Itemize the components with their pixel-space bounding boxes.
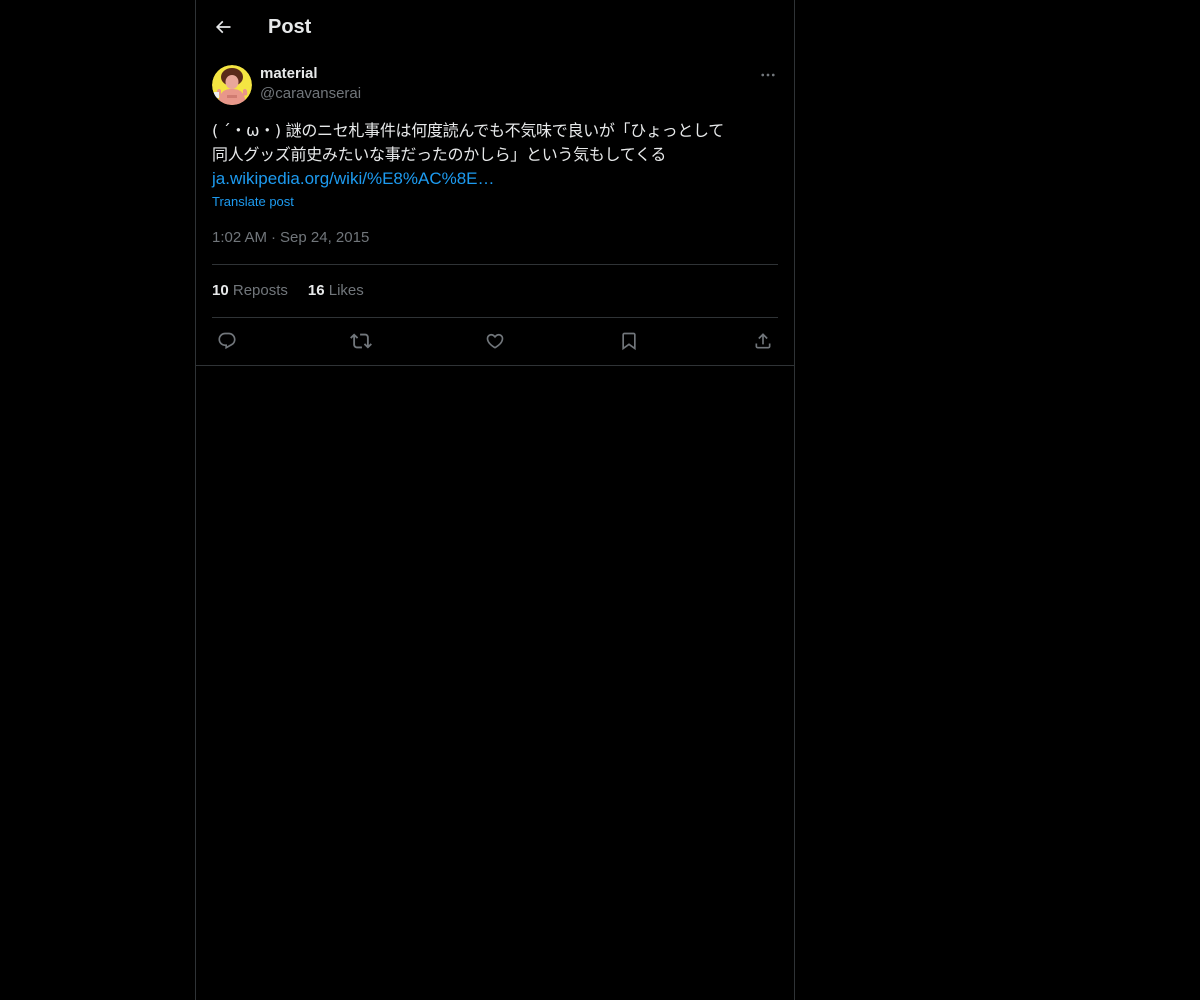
post-actions-bar <box>212 328 778 354</box>
reply-icon <box>217 331 237 351</box>
page-title: Post <box>268 16 312 38</box>
post-stats: 10 Reposts 16 Likes <box>212 281 364 301</box>
post-text: ( ´・ω・) 謎のニセ札事件は何度読んでも不気味で良いが「ひょっとして 同人グ… <box>212 121 724 164</box>
divider <box>212 317 778 318</box>
post-timestamp: 1:02 AM · Sep 24, 2015 <box>212 228 369 248</box>
share-icon <box>753 331 773 351</box>
post-link[interactable]: ja.wikipedia.org/wiki/%E8%AC%8E… <box>212 167 495 191</box>
repost-icon <box>350 330 372 352</box>
share-button[interactable] <box>748 328 778 354</box>
likes-count: 16 <box>307 282 325 299</box>
post-time[interactable]: 1:02 AM <box>212 229 267 246</box>
likes-label: Likes <box>328 282 364 299</box>
back-button[interactable] <box>207 11 239 43</box>
more-options-button[interactable] <box>758 65 778 85</box>
bookmark-button[interactable] <box>614 328 644 354</box>
like-button[interactable] <box>480 328 510 354</box>
post-date[interactable]: Sep 24, 2015 <box>280 229 369 246</box>
more-horizontal-icon <box>759 66 777 84</box>
likes-stat[interactable]: 16 Likes <box>308 281 364 301</box>
author-handle[interactable]: @caravanserai <box>260 84 361 104</box>
avatar-image <box>212 65 252 105</box>
repost-button[interactable] <box>346 328 376 354</box>
post-author: material @caravanserai <box>260 64 361 104</box>
like-icon <box>485 331 505 351</box>
meta-separator: · <box>271 229 277 246</box>
reply-button[interactable] <box>212 328 242 354</box>
author-display-name[interactable]: material <box>260 64 361 84</box>
translate-post-link[interactable]: Translate post <box>212 193 294 211</box>
primary-column: Post material @caravanserai (´・ω・) 謎のニセ… <box>195 0 795 1000</box>
post-bottom-border <box>196 365 794 366</box>
reposts-stat[interactable]: 10 Reposts <box>212 281 288 301</box>
divider <box>212 264 778 265</box>
arrow-left-icon <box>213 17 233 37</box>
reposts-label: Reposts <box>232 282 288 299</box>
page-header: Post <box>196 0 794 53</box>
bookmark-icon <box>619 331 639 351</box>
reposts-count: 10 <box>212 282 229 299</box>
avatar[interactable] <box>212 65 252 105</box>
